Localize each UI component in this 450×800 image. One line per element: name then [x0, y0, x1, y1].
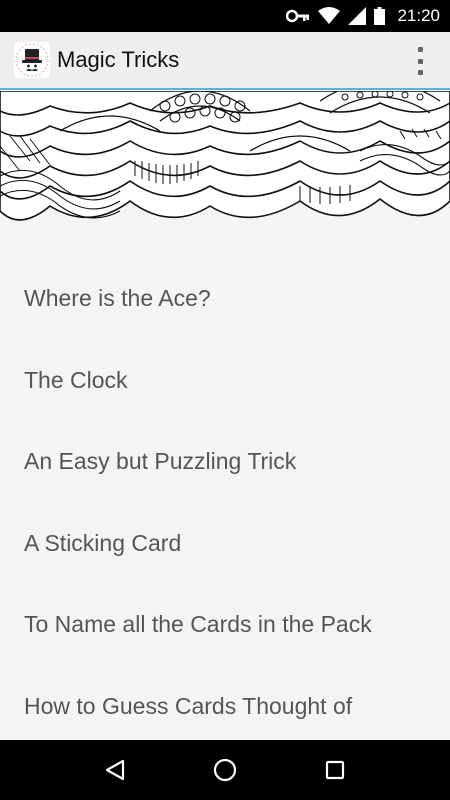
- list-item[interactable]: The Clock: [0, 340, 450, 422]
- status-bar: 21:20: [0, 0, 450, 32]
- app-bar: Magic Tricks: [0, 32, 450, 90]
- battery-icon: [374, 7, 386, 25]
- app-screen: 21:20 Magic Tricks Where is the Ace? The…: [0, 0, 450, 800]
- more-vert-icon[interactable]: [412, 47, 428, 75]
- status-time: 21:20: [397, 6, 440, 25]
- list-item[interactable]: An Easy but Puzzling Trick: [0, 421, 450, 503]
- home-circle-icon[interactable]: [205, 750, 245, 790]
- trick-list: Where is the Ace? The Clock An Easy but …: [0, 236, 450, 747]
- list-item[interactable]: How to Guess Cards Thought of: [0, 666, 450, 748]
- list-item[interactable]: A Sticking Card: [0, 503, 450, 585]
- navigation-bar: [0, 740, 450, 800]
- wifi-icon: [318, 7, 341, 24]
- list-item[interactable]: Where is the Ace?: [0, 258, 450, 340]
- header-doodle-image: [0, 91, 450, 236]
- back-triangle-icon[interactable]: [95, 750, 135, 790]
- recents-square-icon[interactable]: [315, 750, 355, 790]
- list-item[interactable]: To Name all the Cards in the Pack: [0, 584, 450, 666]
- app-title: Magic Tricks: [57, 47, 180, 72]
- magician-hat-icon: [14, 42, 50, 78]
- vpn-key-icon: [286, 9, 310, 23]
- signal-icon: [348, 7, 367, 25]
